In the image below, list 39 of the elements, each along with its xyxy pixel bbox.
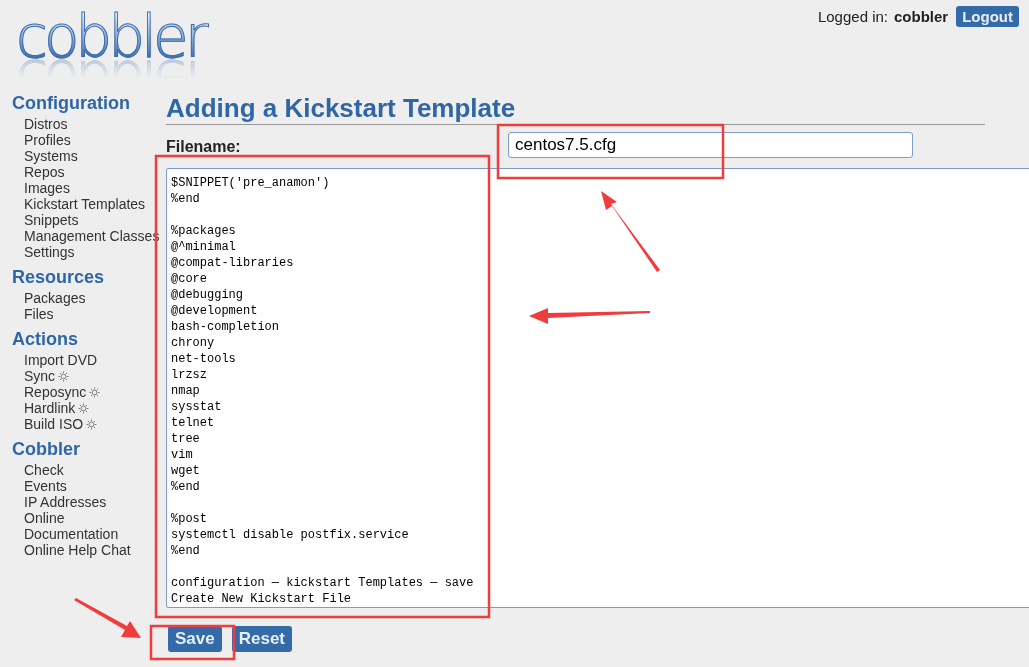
filename-label: Filename:: [166, 138, 242, 156]
sun-icon: [86, 418, 98, 430]
sidebar-link[interactable]: Files: [24, 306, 54, 322]
sidebar-link[interactable]: Events: [24, 478, 67, 494]
sidebar-link[interactable]: Sync: [24, 368, 56, 384]
sidebar-heading: Configuration: [12, 92, 131, 114]
sidebar-link[interactable]: Profiles: [24, 132, 71, 148]
sidebar-link[interactable]: Reposync: [24, 384, 87, 400]
sidebar-link[interactable]: Images: [24, 180, 70, 196]
sidebar-link[interactable]: Snippets: [24, 212, 79, 228]
sidebar-link[interactable]: Check: [24, 462, 64, 478]
sidebar-link[interactable]: Kickstart Templates: [24, 196, 146, 212]
sidebar-link[interactable]: Build ISO: [24, 416, 84, 432]
sun-icon: [89, 386, 101, 398]
form-button[interactable]: Save: [168, 626, 222, 652]
username: cobbler: [894, 8, 949, 25]
form-button[interactable]: Reset: [231, 626, 292, 652]
sidebar-link[interactable]: Import DVD: [24, 352, 98, 368]
sidebar-link[interactable]: Settings: [24, 244, 75, 260]
sidebar-link[interactable]: Hardlink: [24, 400, 76, 416]
sidebar-link[interactable]: IP Addresses: [24, 494, 107, 510]
sidebar-link[interactable]: Systems: [24, 148, 78, 164]
logout-button[interactable]: Logout: [956, 6, 1019, 27]
sidebar-link[interactable]: Distros: [24, 116, 68, 132]
annotation-arrow: [74, 598, 141, 638]
page-title: Adding a Kickstart Template: [166, 92, 985, 125]
logged-in-label: Logged in:: [817, 8, 888, 25]
sidebar-heading: Actions: [12, 328, 79, 350]
sidebar-link[interactable]: Online Help Chat: [24, 542, 131, 558]
template-editor[interactable]: $SNIPPET('pre_anamon') %end %packages @^minimal @compat-libraries @core @debugging @development bash-completion chrony net-tools lrzsz nmap sysstat telnet tree vim wget %end %post systemctl disable postfix.service %end configuration — kickstart Templates — save Create New Kickstart File: [166, 168, 1029, 608]
filename-field[interactable]: centos7.5.cfg: [508, 132, 913, 158]
sidebar-link[interactable]: Repos: [24, 164, 65, 180]
sidebar-link[interactable]: Documentation: [24, 526, 119, 542]
sidebar-heading: Resources: [12, 266, 106, 288]
sidebar-link[interactable]: Online: [24, 510, 65, 526]
sun-icon: [78, 402, 90, 414]
sidebar-heading: Cobbler: [12, 438, 81, 460]
sun-icon: [58, 370, 70, 382]
sidebar-link[interactable]: Packages: [24, 290, 86, 306]
